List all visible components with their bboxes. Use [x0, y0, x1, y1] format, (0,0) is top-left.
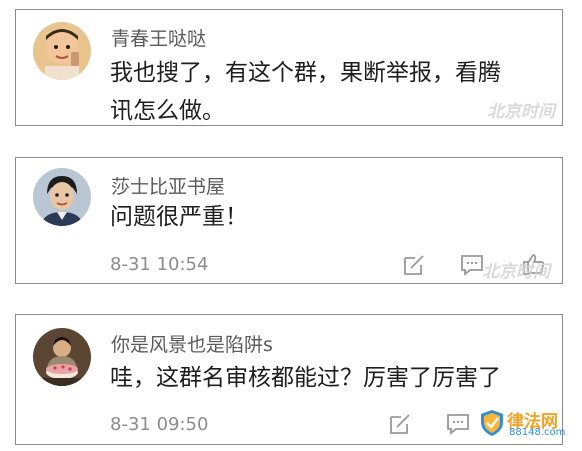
username[interactable]: 莎士比亚书屋: [111, 172, 225, 199]
comment-icon[interactable]: [445, 412, 471, 436]
watermark: 北京时间: [482, 262, 550, 282]
watermark: 北京时间: [487, 102, 555, 122]
site-logo: 律法网 88148.com: [480, 407, 566, 443]
username[interactable]: 你是风景也是陷阱s: [111, 330, 273, 357]
avatar[interactable]: [33, 328, 91, 386]
comment-text-line: 哇，这群名审核都能过？厉害了厉害了: [110, 365, 501, 391]
avatar[interactable]: [33, 22, 91, 80]
comment-text-line: 我也搜了，有这个群，果断举报，看腾: [110, 60, 501, 86]
repost-icon[interactable]: [401, 253, 427, 277]
username[interactable]: 青春王哒哒: [111, 24, 206, 51]
comment-text: 我也搜了，有这个群，果断举报，看腾 讯怎么做。: [110, 54, 550, 130]
comment-card: 莎士比亚书屋 问题很严重！ 8-31 10:54 北京时间: [15, 157, 563, 284]
comment-card: 你是风景也是陷阱s 哇，这群名审核都能过？厉害了厉害了 8-31 09:50 律…: [15, 314, 566, 445]
comment-card: 青春王哒哒 我也搜了，有这个群，果断举报，看腾 讯怎么做。 北京时间: [15, 9, 563, 126]
avatar[interactable]: [33, 168, 91, 226]
comment-text-line: 问题很严重！: [110, 204, 248, 230]
shield-icon: [481, 410, 503, 436]
comment-time: 8-31 09:50: [110, 414, 209, 435]
avatar-image: [33, 168, 91, 226]
comment-text: 问题很严重！: [110, 198, 550, 236]
comment-text-line: 讯怎么做。: [110, 98, 225, 124]
avatar-image: [33, 22, 91, 80]
comment-time: 8-31 10:54: [110, 254, 209, 275]
logo-url: 88148.com: [509, 427, 566, 438]
avatar-image: [33, 328, 91, 386]
repost-icon[interactable]: [387, 412, 413, 436]
comment-text: 哇，这群名审核都能过？厉害了厉害了: [110, 359, 560, 397]
